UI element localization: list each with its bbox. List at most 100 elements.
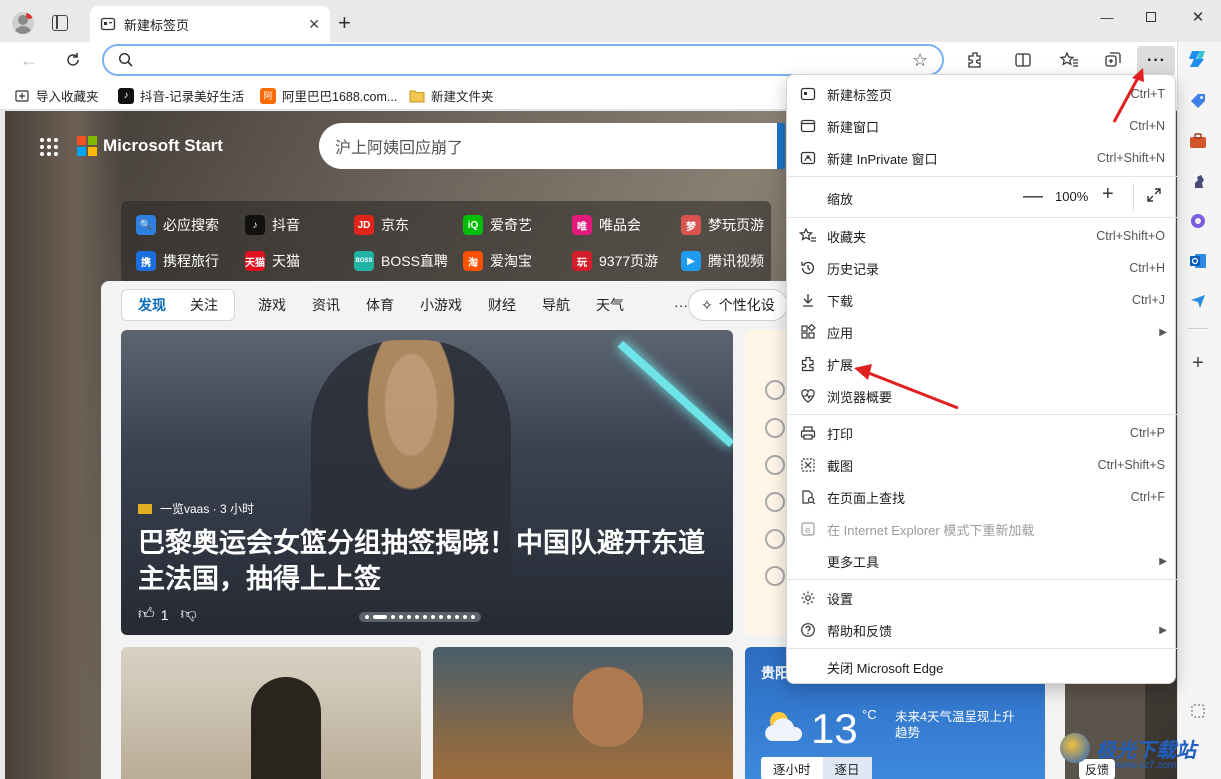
quick-link-7[interactable]: 天猫 天猫	[245, 251, 300, 271]
carousel-indicator[interactable]	[359, 612, 481, 622]
tab-weather[interactable]: 天气	[583, 295, 637, 315]
tab-actions-icon[interactable]	[52, 15, 68, 31]
tab-news[interactable]: 资讯	[299, 295, 353, 315]
favorite-folder[interactable]: 新建文件夹	[409, 86, 494, 105]
more-dots-icon: ···	[1147, 52, 1166, 69]
back-icon[interactable]: ←	[16, 48, 42, 72]
quick-link-4[interactable]: 唯唯品会	[572, 215, 641, 235]
close-tab-icon[interactable]: ✕	[308, 16, 320, 33]
hero-title[interactable]: 巴黎奥运会女篮分组抽签揭晓！中国队避开东道主法国，抽得上上签	[138, 525, 718, 597]
menu-extensions[interactable]: 扩展	[787, 348, 1177, 380]
import-icon	[14, 88, 30, 104]
quick-link-9[interactable]: 淘爱淘宝	[463, 251, 532, 271]
menu-print[interactable]: 打印 Ctrl+P	[787, 417, 1177, 449]
hero-news-card[interactable]: 一览vaas · 3 小时 巴黎奥运会女篮分组抽签揭晓！中国队避开东道主法国，抽…	[121, 330, 733, 635]
shopping-tag-icon[interactable]	[1187, 90, 1209, 112]
tab-minigames[interactable]: 小游戏	[407, 295, 475, 315]
menu-separator	[787, 176, 1177, 177]
sidebar-divider	[1188, 328, 1208, 329]
favorite-import[interactable]: 导入收藏夹	[14, 86, 99, 105]
drop-icon[interactable]	[1187, 290, 1209, 312]
tab-games[interactable]: 游戏	[245, 295, 299, 315]
maximize-icon[interactable]	[1136, 6, 1166, 28]
svg-text:e: e	[805, 526, 811, 536]
menu-new-window[interactable]: 新建窗口 Ctrl+N	[787, 110, 1177, 142]
tab-hourly[interactable]: 逐小时	[761, 757, 823, 779]
web-search-input[interactable]: 沪上阿姨回应崩了	[319, 123, 785, 169]
like-icon[interactable]: 👍︎	[138, 605, 155, 624]
news-card-3[interactable]	[433, 647, 733, 779]
favorite-alibaba[interactable]: 阿 阿里巴巴1688.com...	[260, 86, 397, 105]
dislike-icon[interactable]: 👎︎	[181, 605, 197, 624]
collections-icon[interactable]	[1100, 48, 1126, 72]
tab-finance[interactable]: 财经	[475, 295, 529, 315]
quick-link-11[interactable]: ▶ 腾讯视频	[681, 251, 764, 271]
new-tab-button[interactable]: +	[338, 12, 351, 34]
tab-daily[interactable]: 逐日	[822, 757, 872, 779]
favorite-star-icon[interactable]: ☆	[912, 50, 928, 71]
hero-light-bar	[617, 340, 733, 448]
tab-sports[interactable]: 体育	[353, 295, 407, 315]
minimize-icon[interactable]: —	[1092, 6, 1122, 28]
favorite-douyin[interactable]: ♪ 抖音-记录美好生活	[118, 86, 244, 105]
menu-close-edge[interactable]: 关闭 Microsoft Edge	[787, 651, 1177, 683]
quick-link-10[interactable]: 玩 9377页游	[572, 251, 658, 271]
refresh-icon[interactable]	[60, 48, 86, 72]
copilot-icon[interactable]	[1187, 48, 1209, 70]
tab-following[interactable]: 关注	[178, 295, 230, 315]
hero-reactions: 👍︎ 1 👎︎	[138, 605, 197, 624]
menu-history[interactable]: 历史记录 Ctrl+H	[787, 252, 1177, 284]
menu-favorites[interactable]: 收藏夹 Ctrl+Shift+O	[787, 220, 1177, 252]
quick-link-icon: 携	[136, 251, 156, 271]
profile-avatar[interactable]	[12, 12, 34, 34]
split-screen-icon[interactable]	[1010, 48, 1036, 72]
search-submit-button[interactable]	[777, 123, 785, 169]
quick-link-8[interactable]: BOSS BOSS直聘	[354, 251, 448, 271]
menu-screenshot[interactable]: 截图 Ctrl+Shift+S	[787, 449, 1177, 481]
extensions-toolbar-icon[interactable]	[962, 48, 988, 72]
zoom-in-button[interactable]: +	[1102, 183, 1114, 206]
feed-tab-group: 发现 关注	[121, 289, 235, 321]
menu-downloads[interactable]: 下载 Ctrl+J	[787, 284, 1177, 316]
tab-new-tab[interactable]: 新建标签页 ✕	[90, 6, 330, 42]
quick-link-6[interactable]: 携携程旅行	[136, 251, 219, 271]
favorites-icon[interactable]	[1056, 48, 1082, 72]
games-icon[interactable]	[1187, 170, 1209, 192]
quick-link-3[interactable]: iQ 爱奇艺	[463, 215, 532, 235]
tools-icon[interactable]	[1187, 130, 1209, 152]
quick-link-label: 必应搜索	[163, 217, 219, 233]
new-tab-page-icon	[100, 16, 116, 32]
fullscreen-icon[interactable]	[1145, 186, 1163, 204]
menu-apps[interactable]: 应用 ▶	[787, 316, 1177, 348]
quick-link-label: 天猫	[272, 253, 300, 269]
app-launcher-icon[interactable]	[39, 137, 59, 157]
news-card-2[interactable]	[121, 647, 421, 779]
tab-discover[interactable]: 发现	[126, 295, 178, 315]
microsoft365-icon[interactable]	[1187, 210, 1209, 232]
zoom-out-button[interactable]: —	[1023, 185, 1043, 208]
address-bar[interactable]	[102, 44, 944, 76]
menu-help-feedback[interactable]: 帮助和反馈 ▶	[787, 614, 1177, 646]
settings-and-more-menu: 新建标签页 Ctrl+T 新建窗口 Ctrl+N 新建 InPrivate 窗口…	[786, 74, 1177, 684]
personalize-button[interactable]: ✧ 个性化设	[688, 289, 788, 321]
weather-note[interactable]: 未来4天气温呈现上升趋势	[895, 709, 1025, 741]
add-sidebar-app-icon[interactable]: +	[1187, 352, 1209, 374]
menu-browser-essentials[interactable]: 浏览器概要	[787, 380, 1177, 412]
menu-find-on-page[interactable]: 在页面上查找 Ctrl+F	[787, 481, 1177, 513]
quick-link-label: 爱奇艺	[490, 217, 532, 233]
microsoft-start-logo[interactable]: Microsoft Start	[77, 136, 223, 156]
menu-new-inprivate-window[interactable]: 新建 InPrivate 窗口 Ctrl+Shift+N	[787, 142, 1177, 174]
quick-link-1[interactable]: ♪ 抖音	[245, 215, 300, 235]
menu-settings[interactable]: 设置	[787, 582, 1177, 614]
outlook-icon[interactable]	[1187, 250, 1209, 272]
quick-link-0[interactable]: 🔍 必应搜索	[136, 215, 219, 235]
screenshot-sidebar-icon[interactable]	[1187, 700, 1209, 722]
menu-more-tools[interactable]: 更多工具 ▶	[787, 545, 1177, 577]
quick-link-label: 唯品会	[599, 217, 641, 233]
quick-link-2[interactable]: JD 京东	[354, 215, 409, 235]
menu-new-tab[interactable]: 新建标签页 Ctrl+T	[787, 78, 1177, 110]
quick-link-5[interactable]: 梦梦玩页游	[681, 215, 764, 235]
submenu-chevron-icon: ▶	[1159, 326, 1167, 338]
tab-navigation[interactable]: 导航	[529, 295, 583, 315]
close-window-icon[interactable]: ✕	[1183, 6, 1213, 28]
